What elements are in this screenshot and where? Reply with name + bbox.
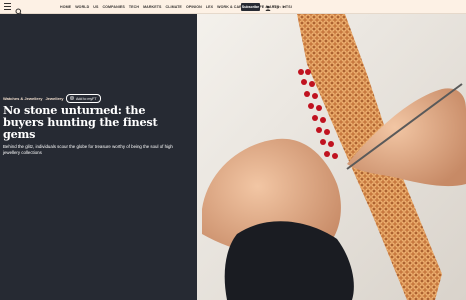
nav-companies[interactable]: COMPANIES	[102, 4, 124, 10]
nav-opinion[interactable]: OPINION	[186, 4, 202, 10]
article-standfirst: Behind the glitz, individuals scour the …	[3, 144, 173, 156]
subscribe-button[interactable]: Subscribe	[241, 3, 260, 11]
search-icon[interactable]	[15, 3, 23, 16]
hamburger-menu-icon[interactable]	[4, 3, 11, 10]
add-to-myft-button[interactable]: Add to myFT	[66, 94, 101, 103]
nav-us[interactable]: US	[93, 4, 98, 10]
nav-world[interactable]: WORLD	[75, 4, 89, 10]
nav-tech[interactable]: TECH	[129, 4, 139, 10]
add-to-myft-label: Add to myFT	[75, 96, 97, 101]
nav-markets[interactable]: MARKETS	[143, 4, 161, 10]
sign-in-label: Sign In	[273, 5, 285, 9]
tag-watches-jewellery[interactable]: Watches & Jewellery	[3, 96, 42, 101]
nav-home[interactable]: HOME	[60, 4, 71, 10]
nav-climate[interactable]: CLIMATE	[166, 4, 182, 10]
sign-in-link[interactable]: Sign In	[265, 3, 285, 11]
plus-icon	[70, 95, 75, 101]
top-navigation-bar: HOME WORLD US COMPANIES TECH MARKETS CLI…	[0, 0, 466, 16]
hero-image	[197, 14, 466, 300]
article-hero-panel: Watches & Jewellery Jewellery Add to myF…	[0, 14, 197, 300]
tag-jewellery[interactable]: Jewellery	[45, 96, 63, 101]
nav-lex[interactable]: LEX	[206, 4, 213, 10]
article-tags: Watches & Jewellery Jewellery Add to myF…	[3, 94, 101, 103]
article-headline: No stone unturned: the buyers hunting th…	[3, 103, 158, 141]
